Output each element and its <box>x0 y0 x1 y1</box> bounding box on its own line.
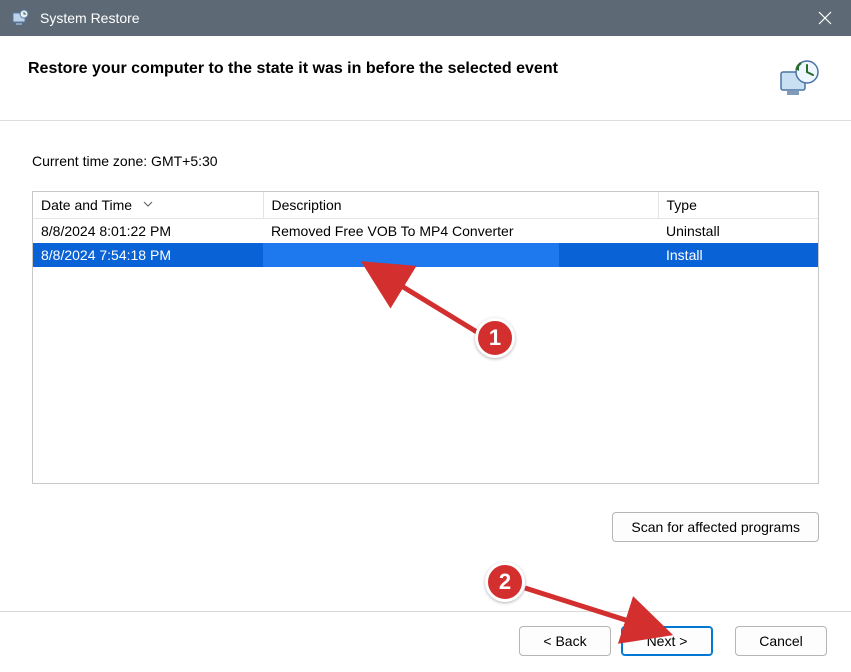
column-header-type[interactable]: Type <box>658 192 818 219</box>
column-header-label: Type <box>667 197 697 213</box>
column-header-description[interactable]: Description <box>263 192 658 219</box>
cell-desc: Removed Free VOB To MP4 Converter <box>263 219 658 243</box>
restore-points-table: Date and Time Description Type 8/8/2024 … <box>32 191 819 484</box>
table-row-empty <box>33 363 818 387</box>
next-button[interactable]: Next > <box>621 626 713 656</box>
cell-desc <box>263 243 658 267</box>
wizard-header: Restore your computer to the state it wa… <box>0 36 851 121</box>
cell-date: 8/8/2024 7:54:18 PM <box>33 243 263 267</box>
scan-row: Scan for affected programs <box>0 494 851 550</box>
annotation-badge-2: 2 <box>485 562 525 602</box>
table-row[interactable]: 8/8/2024 8:01:22 PMRemoved Free VOB To M… <box>33 219 818 243</box>
close-icon <box>818 11 832 25</box>
timezone-label: Current time zone: GMT+5:30 <box>32 153 819 169</box>
sort-desc-icon <box>143 194 153 210</box>
back-button[interactable]: < Back <box>519 626 611 656</box>
wizard-footer: < Back Next > Cancel <box>0 611 851 672</box>
table-row-empty <box>33 435 818 459</box>
cell-type: Install <box>658 243 818 267</box>
scan-affected-button[interactable]: Scan for affected programs <box>612 512 819 542</box>
table-row-empty <box>33 267 818 291</box>
column-header-label: Description <box>272 197 342 213</box>
cell-type: Uninstall <box>658 219 818 243</box>
titlebar: System Restore <box>0 0 851 36</box>
table-row-empty <box>33 291 818 315</box>
table-row-empty <box>33 411 818 435</box>
table-row-empty <box>33 387 818 411</box>
table-row-empty <box>33 459 818 483</box>
column-header-date[interactable]: Date and Time <box>33 192 263 219</box>
window-title: System Restore <box>40 10 805 26</box>
cancel-button[interactable]: Cancel <box>735 626 827 656</box>
page-title: Restore your computer to the state it wa… <box>28 58 777 78</box>
table-row[interactable]: 8/8/2024 7:54:18 PM Install <box>33 243 818 267</box>
close-button[interactable] <box>805 3 845 33</box>
restore-clock-icon <box>777 58 821 102</box>
wizard-body: Current time zone: GMT+5:30 Date and Tim… <box>0 121 851 494</box>
table-row-empty <box>33 339 818 363</box>
cell-date: 8/8/2024 8:01:22 PM <box>33 219 263 243</box>
annotation-number: 2 <box>485 562 525 602</box>
system-restore-icon <box>10 8 30 28</box>
column-header-label: Date and Time <box>41 197 132 213</box>
table-row-empty <box>33 315 818 339</box>
